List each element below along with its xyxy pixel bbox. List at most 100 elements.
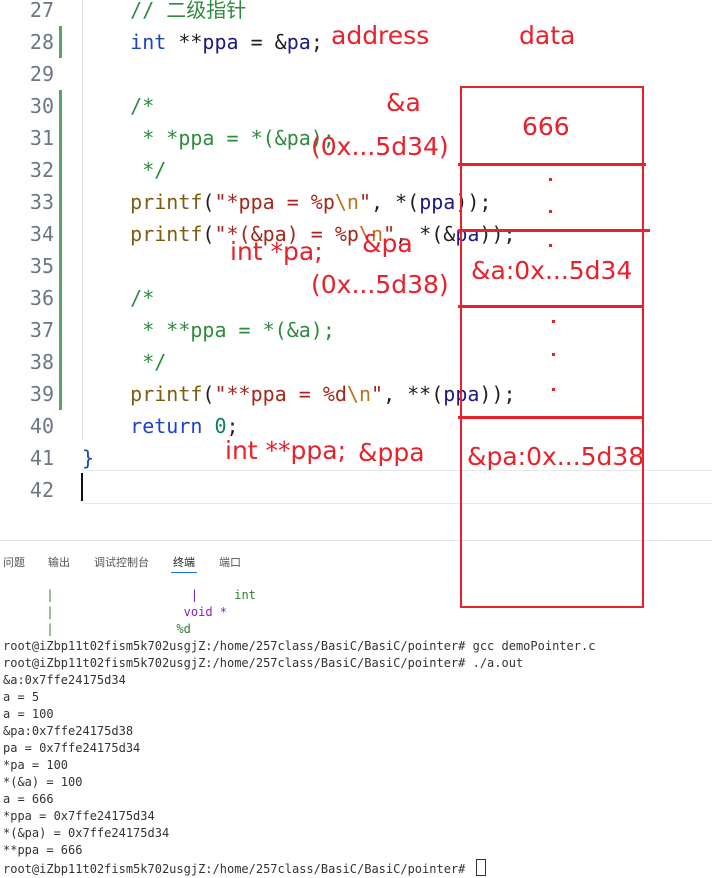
terminal-line: *(&pa) = 0x7ffe24175d34 — [3, 825, 169, 842]
terminal-line-text: &pa:0x7ffe24175d38 — [3, 724, 134, 738]
annotation-a-label: &a — [386, 88, 421, 117]
code-token: \n — [346, 382, 372, 406]
code-token: */ — [82, 350, 167, 374]
line-number: 41 — [29, 446, 54, 470]
terminal-line: *ppa = 0x7ffe24175d34 — [3, 808, 155, 825]
code-token: ppa — [419, 190, 456, 214]
line-number: 42 — [29, 478, 54, 502]
line-number: 31 — [29, 126, 54, 150]
git-change-marker — [59, 346, 62, 378]
annotation-ppa-decl: int **ppa; — [225, 436, 347, 465]
code-token: int — [130, 30, 167, 54]
git-change-marker — [59, 282, 62, 314]
terminal-line-text: *ppa = 0x7ffe24175d34 — [3, 809, 155, 823]
code-token: printf — [130, 190, 203, 214]
line-number: 39 — [29, 382, 54, 406]
code-token: /* — [82, 94, 155, 118]
terminal-line: root@iZbp11t02fism5k702usgjZ:/home/257cl… — [3, 655, 523, 672]
code-token: pa — [286, 30, 311, 54]
code-token: ; — [226, 414, 239, 438]
code-token: } — [82, 446, 95, 470]
code-text: */ — [82, 154, 166, 186]
terminal-line: &pa:0x7ffe24175d38 — [3, 723, 133, 740]
code-token: , **( — [383, 382, 444, 406]
terminal-line-text: &a:0x7ffe24175d34 — [3, 673, 126, 687]
annotation-ppa-label: &ppa — [358, 438, 425, 467]
line-number: 30 — [29, 94, 54, 118]
git-change-marker — [59, 378, 62, 410]
annotation-a-addr: (0x...5d34) — [311, 132, 449, 161]
git-change-marker — [59, 122, 62, 154]
code-text: * *ppa = *(&pa); — [82, 122, 335, 154]
tab-ports[interactable]: 端口 — [219, 554, 241, 570]
code-token: " — [371, 382, 384, 406]
line-number: 34 — [29, 222, 54, 246]
code-text: } — [82, 442, 94, 474]
terminal-line-text: *(&a) = 100 — [3, 775, 83, 789]
tab-terminal[interactable]: 终端 — [173, 554, 195, 570]
code-text: /* — [82, 90, 154, 122]
terminal-line-text: a = 666 — [3, 792, 54, 806]
line-number: 33 — [29, 190, 54, 214]
terminal-line: a = 100 — [3, 706, 54, 723]
code-token: * **ppa = *(&a); — [82, 318, 335, 342]
memory-diagram-box — [460, 86, 644, 608]
code-token: "*ppa = %p — [214, 190, 335, 214]
hint-format: %d — [176, 622, 191, 636]
terminal-line: root@iZbp11t02fism5k702usgjZ:/home/257cl… — [3, 638, 595, 655]
line-number: 29 — [29, 62, 54, 86]
terminal-line-text: a = 100 — [3, 707, 54, 721]
terminal-line-text: root@iZbp11t02fism5k702usgjZ:/home/257cl… — [3, 656, 524, 670]
terminal-line: a = 5 — [3, 689, 39, 706]
code-token: , *( — [371, 190, 420, 214]
terminal-hint-line: | %d — [46, 622, 191, 636]
git-change-marker — [59, 314, 62, 346]
code-token: printf — [130, 382, 203, 406]
terminal-hint-line: | | int — [46, 588, 256, 602]
code-token: ** — [166, 30, 203, 54]
terminal-line: **ppa = 666 — [3, 842, 82, 859]
terminal-cursor — [475, 859, 486, 876]
annotation-pa-decl: int *pa; — [230, 237, 323, 266]
annotation-data-header: data — [519, 21, 576, 50]
terminal-line-text: a = 5 — [3, 690, 40, 704]
terminal-line: *(&a) = 100 — [3, 774, 82, 791]
code-token: ( — [202, 222, 215, 246]
git-change-marker — [59, 90, 62, 122]
line-number: 28 — [29, 30, 54, 54]
code-token: /* — [82, 286, 155, 310]
code-token: // 二级指针 — [82, 0, 247, 22]
code-token: return — [130, 414, 203, 438]
tab-output[interactable]: 输出 — [48, 554, 70, 570]
tab-debug-console[interactable]: 调试控制台 — [94, 554, 149, 570]
code-text: /* — [82, 282, 154, 314]
code-token: ppa — [202, 30, 239, 54]
git-change-marker — [59, 218, 62, 250]
annotation-pa-label: &pa — [362, 229, 413, 258]
line-number: 37 — [29, 318, 54, 342]
code-text: * **ppa = *(&a); — [82, 314, 335, 346]
git-change-marker — [59, 26, 62, 58]
code-token: ; — [310, 30, 323, 54]
terminal-line: root@iZbp11t02fism5k702usgjZ:/home/257cl… — [3, 859, 486, 878]
terminal-line: a = 666 — [3, 791, 54, 808]
annotation-pa-addr: (0x...5d38) — [311, 270, 449, 299]
code-token: */ — [82, 158, 167, 182]
code-token: ( — [202, 190, 215, 214]
code-text: // 二级指针 — [82, 0, 246, 26]
code-token: ( — [202, 382, 215, 406]
terminal-line-text: pa = 0x7ffe24175d34 — [3, 741, 141, 755]
terminal-line: &a:0x7ffe24175d34 — [3, 672, 126, 689]
git-change-marker — [59, 250, 62, 282]
terminal-line-text: *(&pa) = 0x7ffe24175d34 — [3, 826, 170, 840]
code-token: "**ppa = %d — [214, 382, 347, 406]
terminal-line-text: root@iZbp11t02fism5k702usgjZ:/home/257cl… — [3, 639, 596, 653]
code-text: printf("*ppa = %p\n", *(ppa)); — [82, 186, 491, 218]
tab-problems[interactable]: 问题 — [3, 554, 25, 570]
line-number: 32 — [29, 158, 54, 182]
annotation-address-header: address — [331, 21, 430, 50]
